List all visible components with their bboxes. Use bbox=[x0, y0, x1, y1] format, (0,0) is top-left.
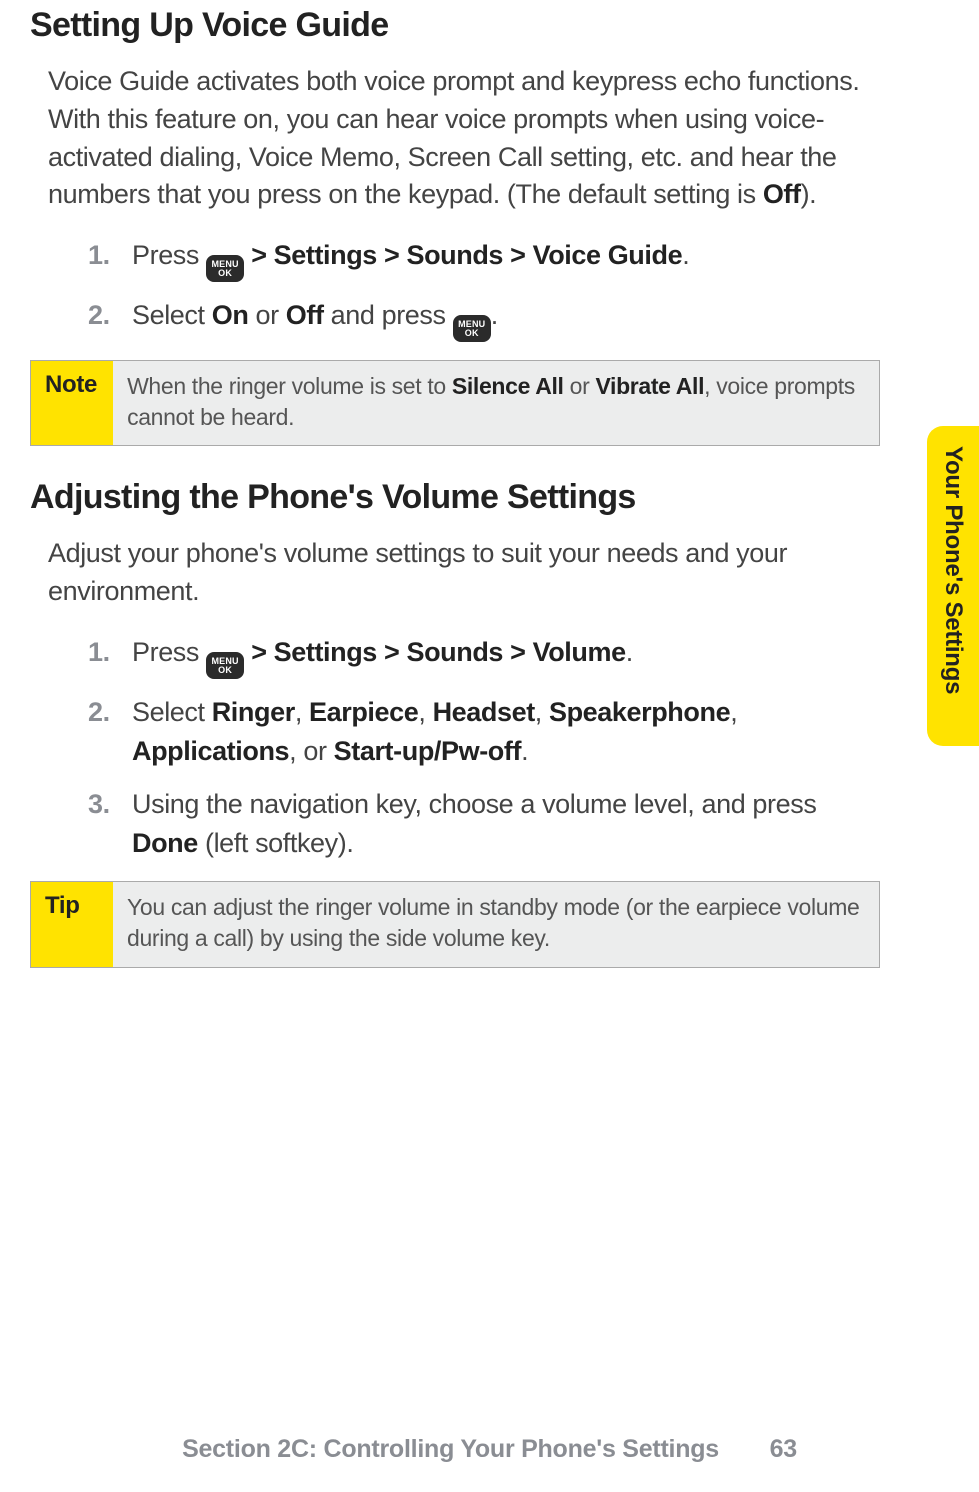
step-number: 1. bbox=[88, 633, 110, 672]
text: Select bbox=[132, 697, 212, 727]
text: . bbox=[491, 300, 498, 330]
page-number: 63 bbox=[770, 1435, 797, 1464]
bold-headset: Headset bbox=[433, 697, 535, 727]
bold-startup: Start-up/Pw-off bbox=[334, 736, 521, 766]
page-content: Setting Up Voice Guide Voice Guide activ… bbox=[0, 6, 940, 968]
text: , bbox=[730, 697, 737, 727]
text: Voice Guide activates both voice prompt … bbox=[48, 66, 859, 209]
text: , bbox=[418, 697, 432, 727]
step-item: 2. Select On or Off and press MENUOK. bbox=[88, 296, 880, 342]
steps-voice-guide: 1. Press MENUOK > Settings > Sounds > Vo… bbox=[30, 236, 880, 342]
bold-silence-all: Silence All bbox=[452, 373, 564, 399]
tip-label: Tip bbox=[31, 882, 113, 966]
step-item: 1. Press MENUOK > Settings > Sounds > Vo… bbox=[88, 236, 880, 282]
bold-earpiece: Earpiece bbox=[309, 697, 418, 727]
bold-off: Off bbox=[286, 300, 324, 330]
bold-on: On bbox=[212, 300, 249, 330]
step-number: 3. bbox=[88, 785, 110, 824]
footer-section-title: Section 2C: Controlling Your Phone's Set… bbox=[182, 1435, 719, 1463]
text: or bbox=[248, 300, 285, 330]
text: Press bbox=[132, 240, 206, 270]
step-item: 2. Select Ringer, Earpiece, Headset, Spe… bbox=[88, 693, 880, 771]
bold-done: Done bbox=[132, 828, 198, 858]
step-number: 1. bbox=[88, 236, 110, 275]
text: , bbox=[295, 697, 309, 727]
text: Select bbox=[132, 300, 212, 330]
bold-off: Off bbox=[763, 179, 801, 209]
bold-speakerphone: Speakerphone bbox=[549, 697, 730, 727]
text: . bbox=[682, 240, 689, 270]
step-number: 2. bbox=[88, 693, 110, 732]
text: , bbox=[535, 697, 549, 727]
bold-path: > Settings > Sounds > Voice Guide bbox=[244, 240, 682, 270]
page-footer: Section 2C: Controlling Your Phone's Set… bbox=[0, 1435, 979, 1464]
text: and press bbox=[324, 300, 453, 330]
text: , or bbox=[289, 736, 334, 766]
steps-volume-settings: 1. Press MENUOK > Settings > Sounds > Vo… bbox=[30, 633, 880, 864]
tip-text: You can adjust the ringer volume in stan… bbox=[113, 882, 879, 966]
text: (left softkey). bbox=[198, 828, 354, 858]
step-item: 1. Press MENUOK > Settings > Sounds > Vo… bbox=[88, 633, 880, 679]
note-callout: Note When the ringer volume is set to Si… bbox=[30, 360, 880, 446]
text: Using the navigation key, choose a volum… bbox=[132, 789, 816, 819]
menu-ok-key-icon: MENUOK bbox=[453, 315, 491, 342]
text: ). bbox=[801, 179, 817, 209]
text: . bbox=[521, 736, 528, 766]
side-tab-label: Your Phone's Settings bbox=[939, 426, 967, 694]
text: Press bbox=[132, 637, 206, 667]
text: When the ringer volume is set to bbox=[127, 373, 452, 399]
note-text: When the ringer volume is set to Silence… bbox=[113, 361, 879, 445]
tip-callout: Tip You can adjust the ringer volume in … bbox=[30, 881, 880, 967]
bold-vibrate-all: Vibrate All bbox=[595, 373, 704, 399]
intro-voice-guide: Voice Guide activates both voice prompt … bbox=[48, 63, 880, 214]
heading-volume-settings: Adjusting the Phone's Volume Settings bbox=[30, 478, 880, 517]
text: . bbox=[626, 637, 633, 667]
bold-path: > Settings > Sounds > Volume bbox=[244, 637, 626, 667]
bold-applications: Applications bbox=[132, 736, 289, 766]
section-side-tab: Your Phone's Settings bbox=[927, 426, 979, 746]
intro-volume-settings: Adjust your phone's volume settings to s… bbox=[48, 535, 880, 611]
text: or bbox=[564, 373, 596, 399]
heading-voice-guide: Setting Up Voice Guide bbox=[30, 6, 880, 45]
menu-ok-key-icon: MENUOK bbox=[206, 255, 244, 282]
bold-ringer: Ringer bbox=[212, 697, 295, 727]
step-number: 2. bbox=[88, 296, 110, 335]
menu-ok-key-icon: MENUOK bbox=[206, 652, 244, 679]
note-label: Note bbox=[31, 361, 113, 445]
step-item: 3. Using the navigation key, choose a vo… bbox=[88, 785, 880, 863]
